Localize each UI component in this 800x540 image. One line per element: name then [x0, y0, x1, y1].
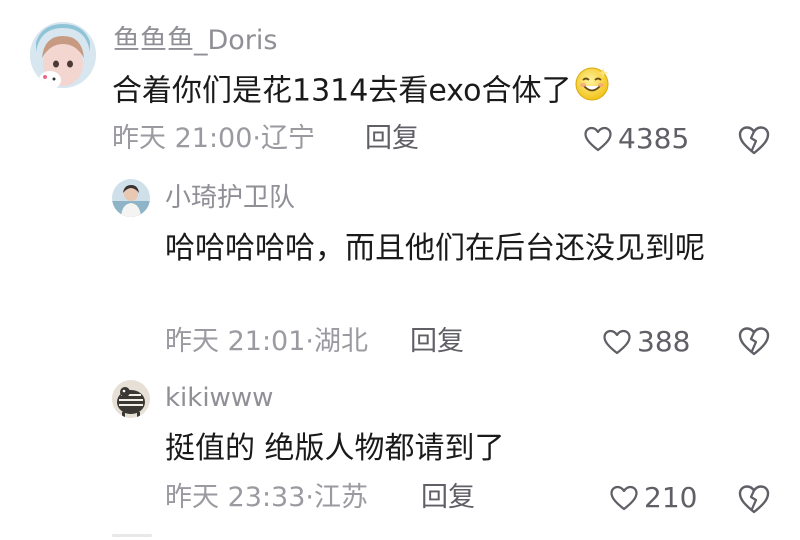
dislike-icon[interactable]: [738, 124, 770, 156]
next-comment-edge: [112, 534, 152, 537]
like-count: 210: [644, 481, 698, 514]
comment-text: 挺值的 绝版人物都请到了: [165, 431, 505, 466]
heart-icon: [603, 329, 631, 355]
dislike-icon[interactable]: [738, 483, 770, 515]
like-button[interactable]: 388: [603, 325, 690, 359]
avatar-image: [112, 179, 150, 217]
comment-username[interactable]: 鱼鱼鱼_Doris: [113, 24, 277, 58]
comment-username[interactable]: kikiwww: [165, 381, 273, 415]
comment-time-location: 昨天 21:01·湖北: [165, 326, 368, 357]
reply-button[interactable]: 回复: [421, 481, 475, 515]
comment-username[interactable]: 小琦护卫队: [165, 181, 295, 215]
avatar-image: [30, 22, 96, 88]
like-button[interactable]: 4385: [584, 122, 689, 156]
like-button[interactable]: 210: [610, 481, 697, 515]
dislike-icon[interactable]: [738, 325, 770, 357]
comment-text-value: 合着你们是花1314去看exo合体了: [112, 73, 572, 109]
like-count: 388: [637, 325, 691, 358]
smile-emoji-icon: [573, 64, 611, 120]
avatar[interactable]: [112, 380, 150, 418]
comment-time-location: 昨天 21:00·辽宁: [112, 123, 315, 154]
avatar-image: [112, 380, 150, 418]
reply-button[interactable]: 回复: [365, 122, 419, 156]
comment-time-location: 昨天 23:33·江苏: [165, 482, 368, 513]
reply-button[interactable]: 回复: [410, 325, 464, 359]
avatar[interactable]: [30, 22, 96, 88]
heart-icon: [584, 126, 612, 152]
heart-icon: [610, 485, 638, 511]
avatar[interactable]: [112, 179, 150, 217]
comment-text: 哈哈哈哈哈，而且他们在后台还没见到呢: [165, 231, 705, 266]
like-count: 4385: [618, 122, 690, 155]
comment-text: 合着你们是花1314去看exo合体了: [112, 64, 611, 120]
